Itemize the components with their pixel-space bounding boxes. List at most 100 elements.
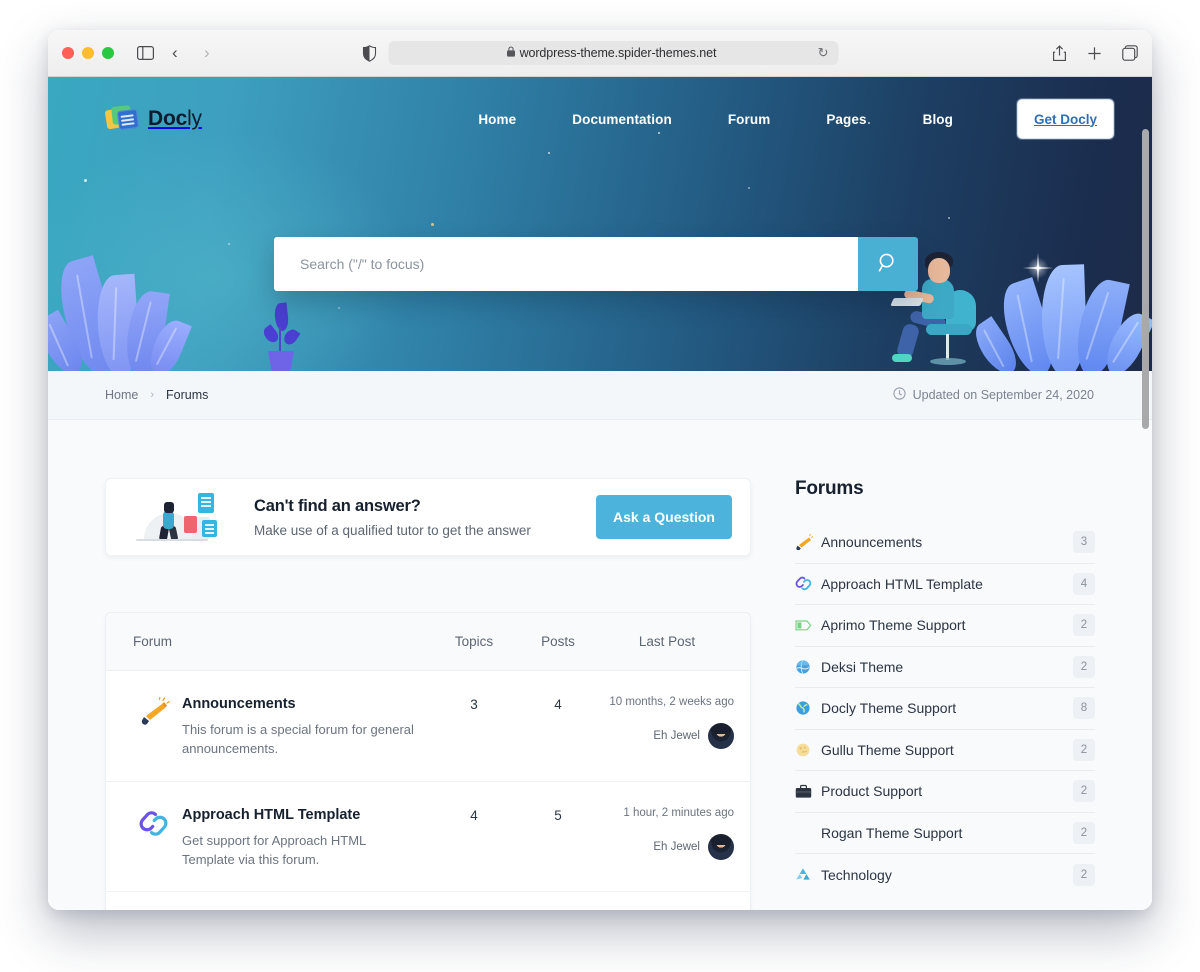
page-body: Can't find an answer? Make use of a qual… [48, 420, 1152, 910]
sidebar-item-announcements[interactable]: Announcements 3 [795, 522, 1095, 564]
forward-arrow-icon[interactable]: › [204, 43, 220, 63]
share-icon[interactable] [1052, 44, 1067, 62]
ask-question-card: Can't find an answer? Make use of a qual… [105, 478, 751, 556]
lock-icon [507, 44, 516, 62]
get-docly-button[interactable]: Get Docly [1017, 99, 1114, 139]
browser-titlebar: ‹ › wordpress-theme.spider-themes.net ↻ [48, 30, 1152, 77]
last-post-cell: 10 months, 2 weeks ago Eh Jewel [600, 695, 750, 749]
logo-text-light: ly [187, 107, 202, 130]
hero-section: Docly Home Documentation Forum Pages Blo… [48, 77, 1152, 371]
sidebar-item-aprimo-theme-support[interactable]: Aprimo Theme Support 2 [795, 605, 1095, 647]
sidebar-item-count: 3 [1073, 531, 1095, 554]
sidebar-item-gullu-theme-support[interactable]: Gullu Theme Support 2 [795, 730, 1095, 771]
ask-a-question-button[interactable]: Ask a Question [596, 495, 732, 539]
forum-info: Announcements This forum is a special fo… [182, 695, 417, 759]
last-post-cell: 1 hour, 2 minutes ago Eh Jewel [600, 806, 750, 860]
page-scrollbar[interactable] [1142, 129, 1149, 429]
sidebar-item-label: Rogan Theme Support [821, 824, 963, 841]
forum-title-link[interactable]: Announcements [182, 696, 296, 712]
url-input[interactable]: wordpress-theme.spider-themes.net ↻ [388, 41, 839, 65]
close-window-button[interactable] [62, 47, 74, 59]
minimize-window-button[interactable] [82, 47, 94, 59]
search-button[interactable] [858, 237, 918, 291]
last-post-user: Eh Jewel [600, 723, 734, 749]
sidebar-item-approach-html-template[interactable]: Approach HTML Template 4 [795, 564, 1095, 605]
forum-description: This forum is a special forum for genera… [182, 722, 414, 756]
sidebar-item-rogan-theme-support[interactable]: Rogan Theme Support 2 [795, 813, 1095, 854]
sidebar-toggle-icon[interactable] [132, 41, 158, 65]
sidebar-item-product-support[interactable]: Product Support 2 [795, 771, 1095, 813]
main-column: Can't find an answer? Make use of a qual… [105, 478, 751, 910]
topics-count: 3 [470, 697, 478, 712]
cta-title: Can't find an answer? [254, 496, 421, 515]
nav-item-forum[interactable]: Forum [700, 112, 799, 127]
star-dot [748, 187, 750, 189]
reload-icon[interactable]: ↻ [818, 45, 829, 61]
privacy-shield-icon[interactable] [362, 44, 377, 63]
new-tab-icon[interactable] [1087, 46, 1102, 61]
link-icon [795, 575, 821, 592]
globe-icon [795, 659, 821, 675]
clock-icon [892, 387, 906, 403]
sidebar-item-deksi-theme[interactable]: Deksi Theme 2 [795, 647, 1095, 688]
left-plant-decoration [48, 247, 242, 371]
sidebar-item-label: Aprimo Theme Support [821, 617, 966, 634]
site-logo[interactable]: Docly [104, 104, 202, 134]
last-post-username: Eh Jewel [653, 840, 700, 853]
window-controls [62, 47, 114, 59]
table-row[interactable]: Aprimo Theme Support [106, 892, 750, 910]
avatar[interactable] [708, 723, 734, 749]
column-header-forum: Forum [133, 634, 173, 649]
sidebar-item-docly-theme-support[interactable]: Docly Theme Support 8 [795, 688, 1095, 730]
search-icon [877, 252, 899, 277]
forum-title-link[interactable]: Approach HTML Template [182, 807, 360, 823]
star-dot [948, 217, 950, 219]
sidebar-item-count: 2 [1073, 821, 1095, 844]
column-header-posts: Posts [541, 634, 575, 649]
cta-text: Can't find an answer? Make use of a qual… [254, 497, 596, 538]
potted-plant-decoration [261, 302, 301, 371]
recycle-icon [795, 867, 821, 882]
maximize-window-button[interactable] [102, 47, 114, 59]
sidebar-forum-list: Announcements 3 Approach HTML Template 4 [795, 522, 1095, 896]
breadcrumb-home[interactable]: Home [105, 388, 138, 402]
avatar[interactable] [708, 833, 734, 860]
sidebar-item-label: Product Support [821, 783, 923, 800]
forum-table: Forum Topics Posts Last Post Announcemen… [105, 612, 751, 910]
logo-text-bold: Doc [148, 107, 188, 130]
site-navigation: Docly Home Documentation Forum Pages Blo… [48, 77, 1152, 161]
star-dot [338, 307, 340, 309]
sidebar-item-count: 2 [1073, 863, 1095, 886]
nav-item-home[interactable]: Home [450, 112, 544, 127]
sidebar-item-count: 2 [1073, 780, 1095, 803]
tab-overview-icon[interactable] [1122, 45, 1138, 61]
megaphone-icon [126, 695, 182, 759]
forums-sidebar: Forums Announcements 3 Approach HTML Tem… [795, 478, 1095, 910]
star-dot [431, 223, 434, 226]
sidebar-item-technology[interactable]: Technology 2 [795, 854, 1095, 896]
nav-item-blog[interactable]: Blog [895, 112, 981, 127]
star-dot [228, 243, 230, 245]
column-header-topics: Topics [454, 634, 494, 649]
back-arrow-icon[interactable]: ‹ [172, 43, 188, 63]
sidebar-item-label: Technology [821, 866, 892, 883]
forum-info: Approach HTML Template Get support for A… [182, 806, 417, 870]
sidebar-item-count: 4 [1073, 572, 1095, 595]
address-bar-area: wordpress-theme.spider-themes.net ↻ [362, 41, 839, 65]
forum-table-header: Forum Topics Posts Last Post [106, 613, 750, 671]
breadcrumb-current: Forums [166, 388, 209, 402]
docly-logo-icon [104, 104, 140, 134]
sidebar-item-label: Approach HTML Template [821, 575, 983, 592]
nav-item-documentation[interactable]: Documentation [544, 112, 700, 127]
last-post-time: 1 hour, 2 minutes ago [623, 806, 734, 819]
table-row[interactable]: Approach HTML Template Get support for A… [106, 782, 750, 893]
nav-item-pages[interactable]: Pages [798, 112, 894, 127]
breadcrumb: Home › Forums Updated on September 24, 2… [48, 371, 1152, 420]
table-row[interactable]: Announcements This forum is a special fo… [106, 671, 750, 782]
tag-icon [795, 619, 821, 632]
sidebar-item-label: Docly Theme Support [821, 700, 957, 717]
search-input[interactable] [274, 237, 858, 291]
topics-count: 4 [470, 807, 478, 823]
sidebar-item-count: 2 [1073, 655, 1095, 678]
forum-description: Get support for Approach HTML Template v… [182, 832, 366, 867]
